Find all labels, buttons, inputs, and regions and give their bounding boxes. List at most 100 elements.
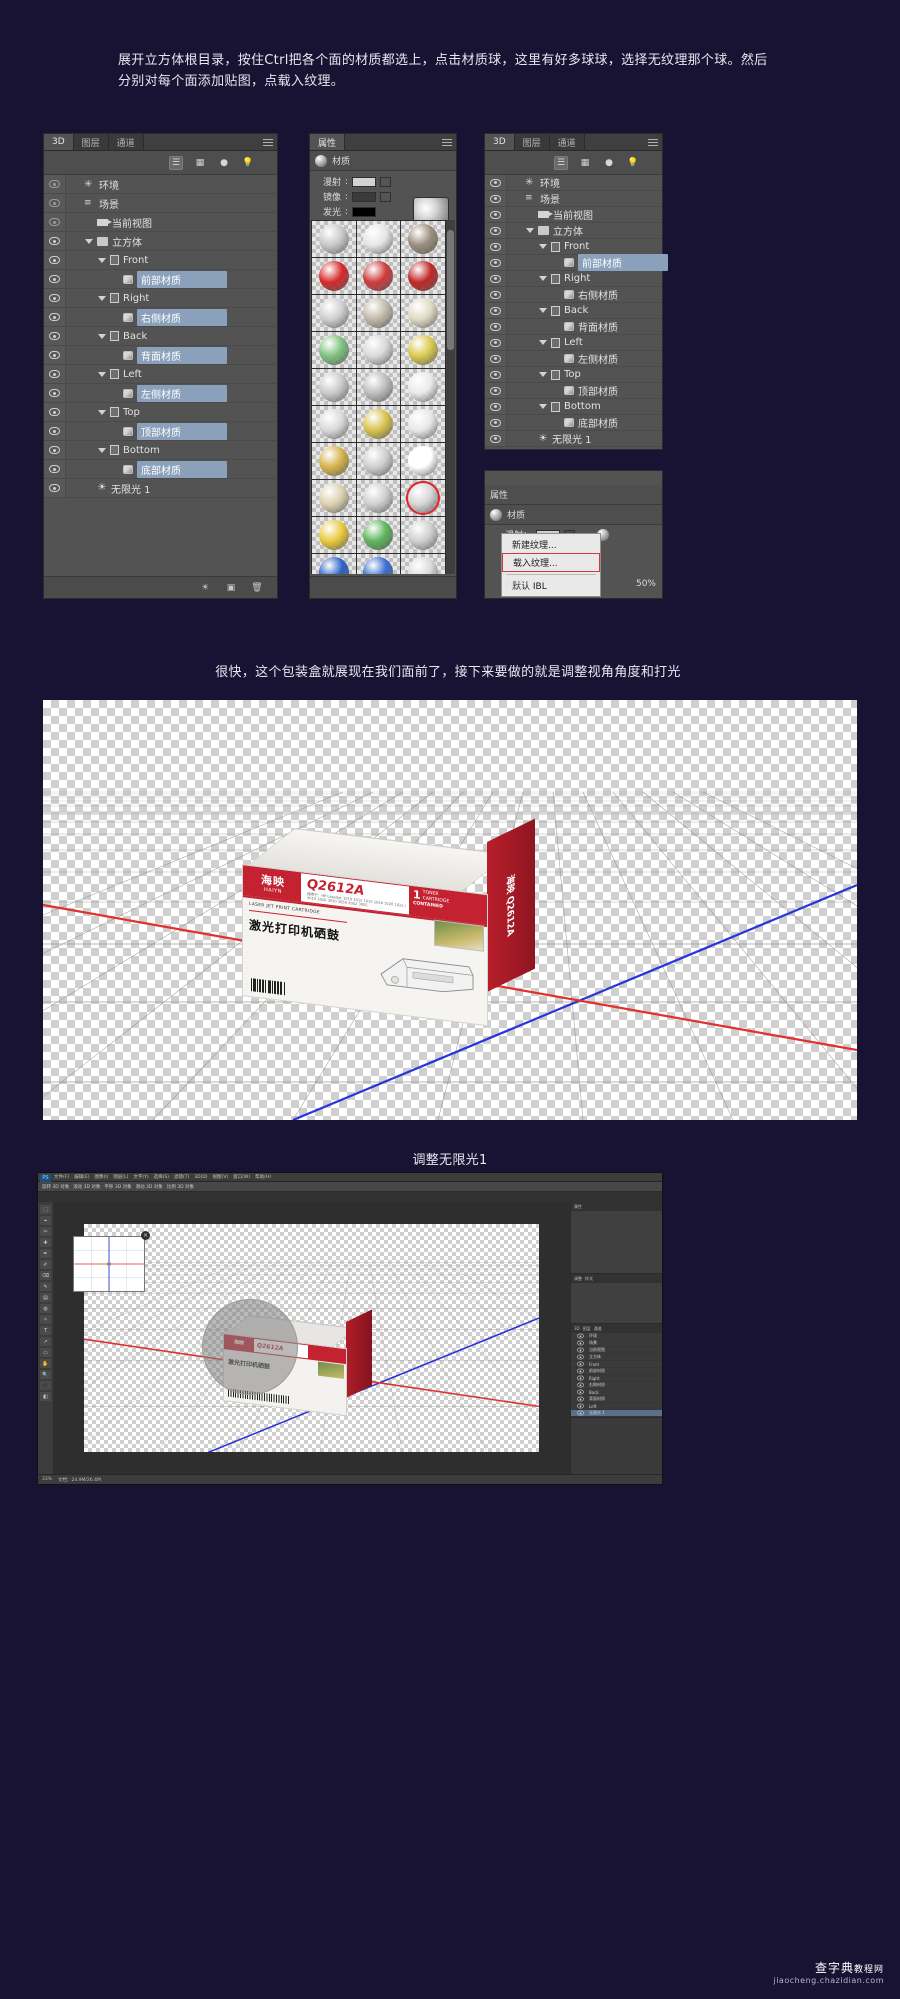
layer-row[interactable]: 立方体 xyxy=(571,1354,662,1361)
visibility-toggle[interactable] xyxy=(485,287,507,302)
tree-row[interactable]: Right xyxy=(44,289,277,308)
visibility-toggle[interactable] xyxy=(485,367,507,382)
tree-item[interactable]: Right xyxy=(507,271,662,286)
tree-row[interactable]: 底部材质 xyxy=(485,415,662,431)
tree-item[interactable]: 底部材质 xyxy=(66,460,277,478)
tool-button[interactable]: ✧ xyxy=(40,1315,51,1324)
visibility-toggle[interactable] xyxy=(485,175,507,190)
specular-swatch[interactable] xyxy=(352,191,377,202)
material-sphere-cell[interactable] xyxy=(356,221,401,257)
chevron-down-icon[interactable] xyxy=(539,308,547,313)
layer-row[interactable]: Front xyxy=(571,1361,662,1368)
tree-row[interactable]: 右侧材质 xyxy=(44,308,277,327)
visibility-toggle[interactable] xyxy=(485,207,507,222)
option-rotate-3d[interactable]: 旋转 3D 对象 xyxy=(42,1184,69,1190)
tree-item[interactable]: ☀ 无限光 1 xyxy=(66,479,277,497)
material-sphere-cell[interactable] xyxy=(312,295,356,331)
visibility-toggle[interactable] xyxy=(485,319,507,334)
tree-item[interactable]: 左侧材质 xyxy=(66,384,277,402)
tree-row[interactable]: Back xyxy=(44,327,277,346)
tab-layers[interactable]: 图层 xyxy=(583,1326,591,1332)
tree-row[interactable]: Front xyxy=(485,239,662,255)
visibility-toggle[interactable] xyxy=(485,383,507,398)
tool-button[interactable]: ◍ xyxy=(40,1304,51,1313)
tree-item[interactable]: Top xyxy=(66,403,277,421)
visibility-toggle[interactable] xyxy=(44,213,66,231)
light-filter-icon[interactable]: 💡 xyxy=(241,156,255,170)
tree-item[interactable]: ≡ 场景 xyxy=(507,191,662,207)
menu-layer[interactable]: 图层(L) xyxy=(113,1174,128,1180)
panel-menu-icon[interactable] xyxy=(263,139,273,147)
tree-row[interactable]: 顶部材质 xyxy=(485,383,662,399)
tree-item[interactable]: 底部材质 xyxy=(507,415,662,430)
visibility-toggle[interactable] xyxy=(485,351,507,366)
light-gizmo-circle[interactable] xyxy=(202,1299,299,1396)
tree-item[interactable]: ≡ 场景 xyxy=(66,194,277,212)
layer-list[interactable]: 环境 场景 当前视图 立方体 Front 前部材质 Right 右侧材质 Back 背面材质 Lef… xyxy=(571,1333,662,1417)
material-sphere-cell[interactable] xyxy=(401,554,445,574)
layer-row[interactable]: 当前视图 xyxy=(571,1347,662,1354)
tree-row[interactable]: 左侧材质 xyxy=(485,351,662,367)
chevron-down-icon[interactable] xyxy=(539,372,547,377)
3d-scene-tree[interactable]: ✳ 环境 ≡ 场景 当前视图 立方体 Front 前部材质 Right 右侧材质 Back 背面材质 L… xyxy=(44,175,277,498)
material-filter-icon[interactable]: ● xyxy=(602,156,616,170)
visibility-toggle[interactable] xyxy=(485,415,507,430)
visibility-toggle[interactable] xyxy=(44,327,66,345)
visibility-toggle[interactable] xyxy=(485,431,507,446)
tree-row[interactable]: Bottom xyxy=(485,399,662,415)
navigator-panel[interactable]: × xyxy=(73,1231,150,1292)
close-icon[interactable]: × xyxy=(141,1231,150,1240)
visibility-toggle[interactable] xyxy=(44,346,66,364)
material-sphere-cell[interactable] xyxy=(356,406,401,442)
menu-3d[interactable]: 3D(D) xyxy=(194,1175,207,1180)
material-sphere-cell[interactable] xyxy=(312,258,356,294)
eye-icon[interactable] xyxy=(577,1382,584,1388)
illumination-swatch[interactable] xyxy=(352,206,377,217)
tree-item[interactable]: 当前视图 xyxy=(66,213,277,231)
material-sphere-cell[interactable] xyxy=(312,517,356,553)
option-slide-3d[interactable]: 滑动 3D 对象 xyxy=(136,1184,163,1190)
layer-row[interactable]: Right xyxy=(571,1375,662,1382)
tree-row[interactable]: Bottom xyxy=(44,441,277,460)
tree-row[interactable]: Top xyxy=(44,403,277,422)
visibility-toggle[interactable] xyxy=(44,403,66,421)
tool-button[interactable]: ✒ xyxy=(40,1249,51,1258)
product-box-3d[interactable]: 海映 Q2612A 海映 HAIYN Q2612A 通用于：HP LaserJe… xyxy=(238,818,538,1027)
material-sphere-cell[interactable] xyxy=(356,480,401,516)
chevron-down-icon[interactable] xyxy=(98,333,106,339)
tab-channels[interactable]: 通道 xyxy=(549,134,585,150)
tree-row[interactable]: ✳ 环境 xyxy=(44,175,277,194)
tree-item[interactable]: Back xyxy=(507,303,662,318)
layer-row[interactable]: 背面材质 xyxy=(571,1396,662,1403)
tree-item[interactable]: ☀ 无限光 1 xyxy=(507,431,662,446)
tab-properties[interactable]: 属性 xyxy=(574,1204,582,1210)
tool-button[interactable]: ✐ xyxy=(40,1260,51,1269)
visibility-toggle[interactable] xyxy=(44,384,66,402)
chevron-down-icon[interactable] xyxy=(539,404,547,409)
tree-item[interactable]: Top xyxy=(507,367,662,382)
tool-button[interactable]: 🔍 xyxy=(40,1370,51,1379)
add-light-icon[interactable]: ☀ xyxy=(199,582,211,594)
material-sphere-cell[interactable] xyxy=(312,406,356,442)
property-diffuse[interactable]: 漫射 : xyxy=(315,175,451,188)
option-pan-3d[interactable]: 平移 3D 对象 xyxy=(104,1184,131,1190)
tree-row[interactable]: Back xyxy=(485,303,662,319)
tab-properties[interactable]: 属性 xyxy=(310,134,346,150)
material-sphere-cell[interactable] xyxy=(312,554,356,574)
eye-icon[interactable] xyxy=(577,1354,584,1360)
tree-item[interactable]: 立方体 xyxy=(507,223,662,238)
menu-help[interactable]: 帮助(H) xyxy=(255,1174,271,1180)
tree-row[interactable]: 当前视图 xyxy=(485,207,662,223)
layer-row[interactable]: Back xyxy=(571,1389,662,1396)
chevron-down-icon[interactable] xyxy=(85,238,93,244)
tool-button[interactable]: ↗ xyxy=(40,1337,51,1346)
chevron-down-icon[interactable] xyxy=(98,409,106,415)
visibility-toggle[interactable] xyxy=(485,271,507,286)
tree-item[interactable]: 背面材质 xyxy=(66,346,277,364)
tab-adjustments[interactable]: 调整 xyxy=(574,1276,582,1282)
visibility-toggle[interactable] xyxy=(44,232,66,250)
visibility-toggle[interactable] xyxy=(485,223,507,238)
visibility-toggle[interactable] xyxy=(44,365,66,383)
tool-button[interactable]: ⌖ xyxy=(40,1216,51,1225)
visibility-toggle[interactable] xyxy=(44,460,66,478)
